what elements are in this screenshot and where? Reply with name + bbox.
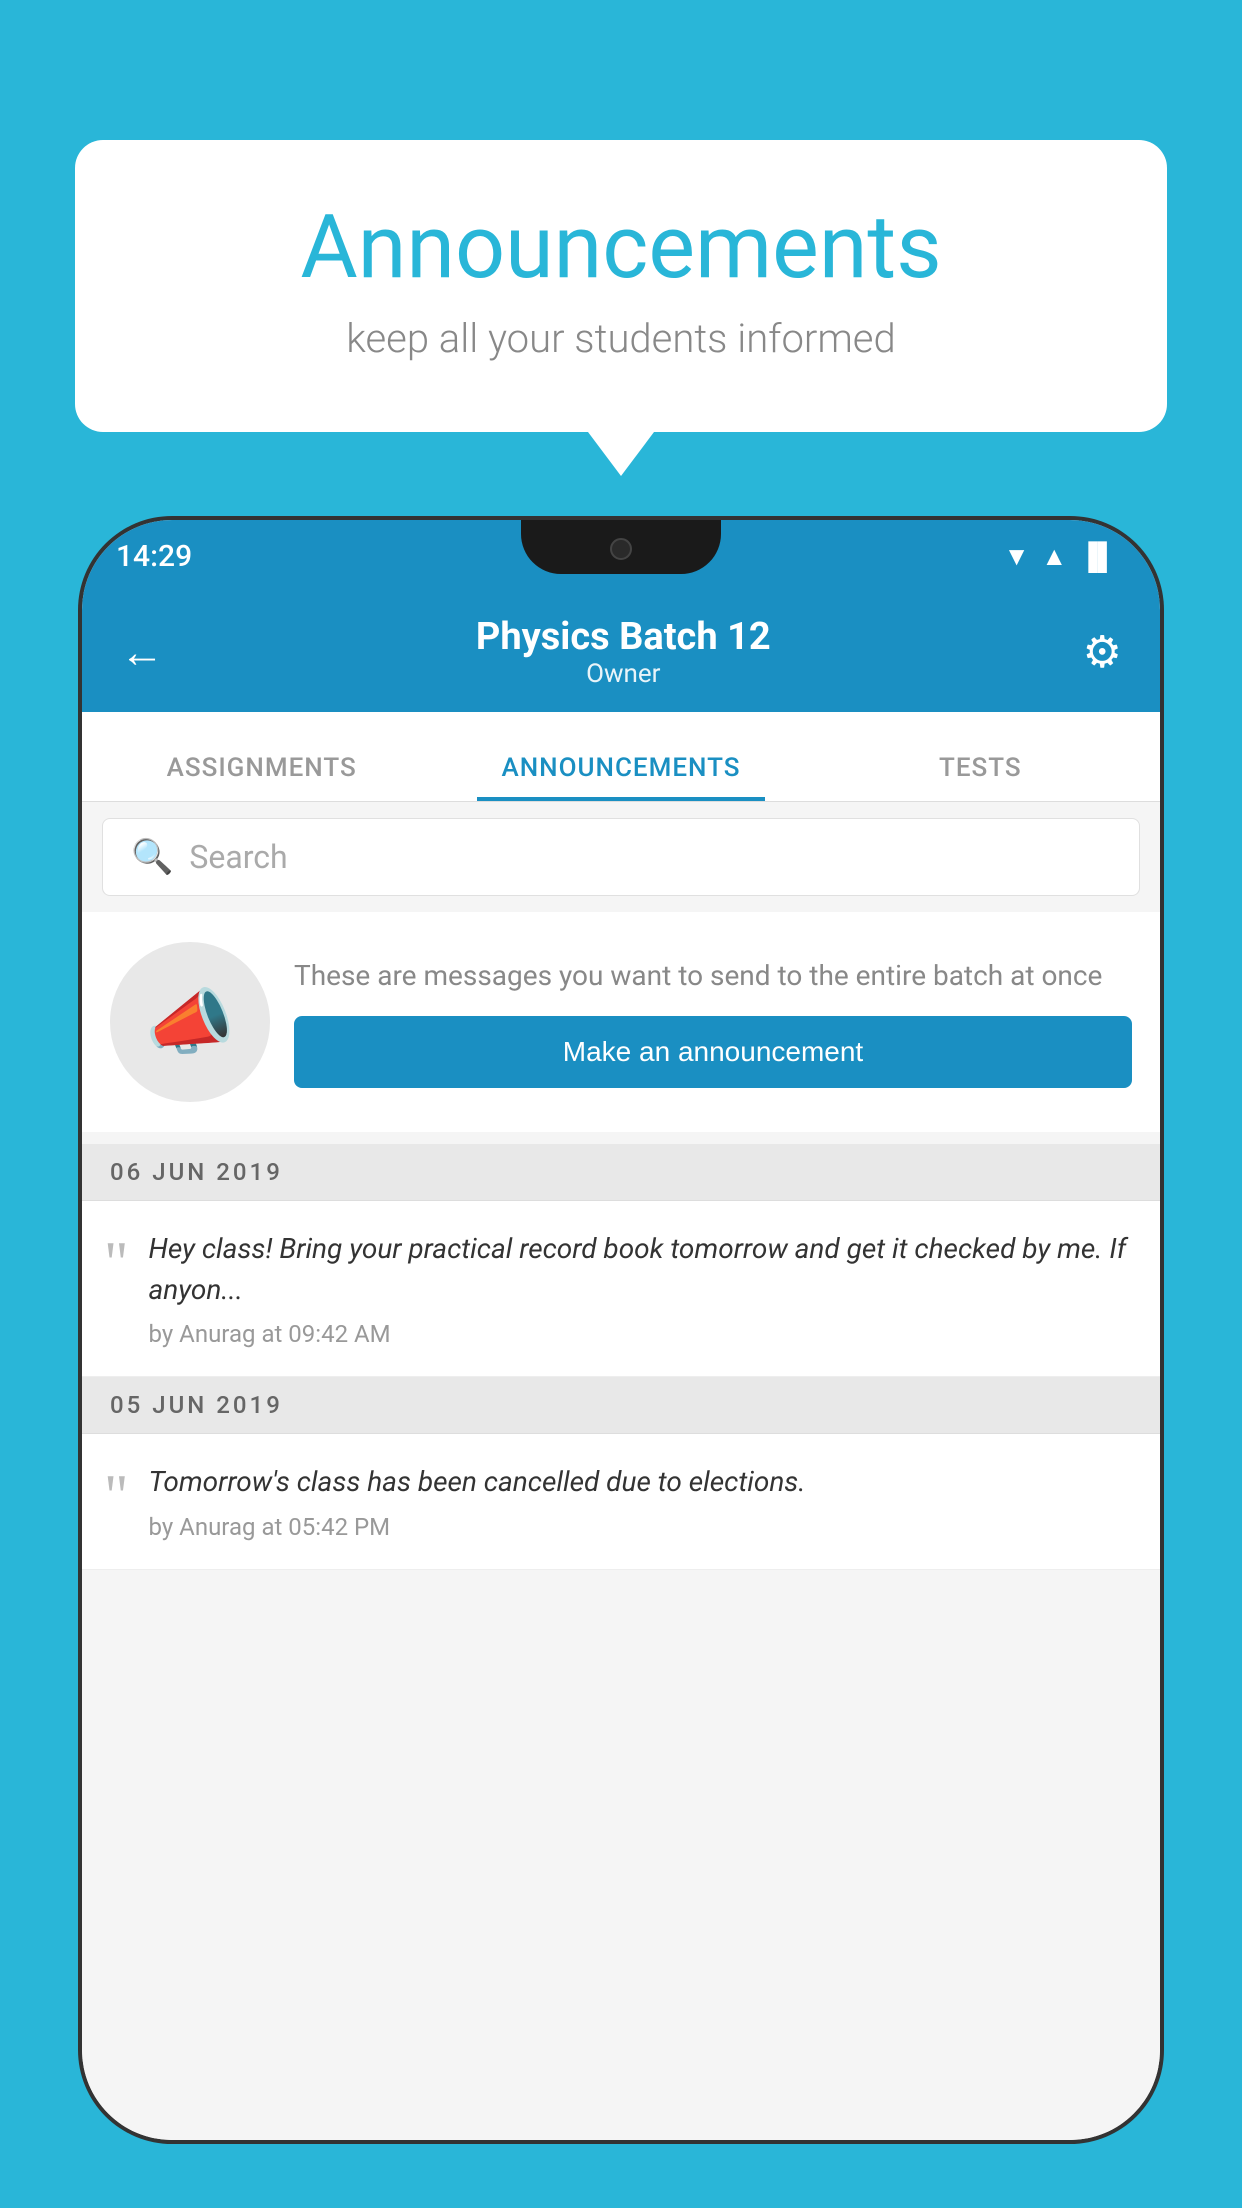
promo-right: These are messages you want to send to t…	[294, 956, 1132, 1087]
status-icons: ▼ ▲ ▐▌	[1004, 541, 1116, 572]
settings-icon[interactable]: ⚙	[1083, 626, 1122, 678]
date-separator-2: 05 JUN 2019	[82, 1377, 1160, 1434]
header-subtitle: Owner	[476, 659, 771, 689]
announcement-item-1[interactable]: " Hey class! Bring your practical record…	[82, 1201, 1160, 1377]
wifi-icon: ▼	[1004, 541, 1030, 572]
announcement-item-2[interactable]: " Tomorrow's class has been cancelled du…	[82, 1434, 1160, 1570]
phone-wrapper: 14:29 ▼ ▲ ▐▌ ← Physics Batch 12 Owner ⚙	[82, 520, 1160, 2208]
announcement-promo: 📣 These are messages you want to send to…	[82, 912, 1160, 1132]
screen-content: 🔍 Search 📣 These are messages you want t…	[82, 802, 1160, 2140]
status-time: 14:29	[116, 539, 192, 574]
speech-bubble-container: Announcements keep all your students inf…	[75, 140, 1167, 432]
date-separator-1: 06 JUN 2019	[82, 1144, 1160, 1201]
megaphone-icon: 📣	[145, 980, 235, 1065]
announcement-text-2: Tomorrow's class has been cancelled due …	[149, 1462, 1133, 1503]
back-button[interactable]: ←	[120, 626, 164, 678]
announcement-text-block-1: Hey class! Bring your practical record b…	[149, 1229, 1133, 1348]
header-center: Physics Batch 12 Owner	[476, 615, 771, 689]
make-announcement-button[interactable]: Make an announcement	[294, 1016, 1132, 1088]
search-placeholder: Search	[189, 838, 287, 876]
search-icon: 🔍	[131, 837, 173, 877]
quote-icon-1: "	[104, 1233, 129, 1293]
signal-icon: ▲	[1041, 541, 1067, 572]
search-bar[interactable]: 🔍 Search	[102, 818, 1140, 896]
phone-frame: 14:29 ▼ ▲ ▐▌ ← Physics Batch 12 Owner ⚙	[82, 520, 1160, 2140]
tabs-bar: ASSIGNMENTS ANNOUNCEMENTS TESTS	[82, 712, 1160, 802]
speech-bubble: Announcements keep all your students inf…	[75, 140, 1167, 432]
phone-notch	[521, 520, 721, 574]
battery-icon: ▐▌	[1079, 541, 1116, 572]
bubble-subtitle: keep all your students informed	[155, 315, 1087, 362]
announcement-meta-2: by Anurag at 05:42 PM	[149, 1513, 1133, 1541]
bubble-title: Announcements	[155, 200, 1087, 297]
announcement-text-block-2: Tomorrow's class has been cancelled due …	[149, 1462, 1133, 1541]
tab-assignments[interactable]: ASSIGNMENTS	[82, 753, 441, 801]
announcement-text-1: Hey class! Bring your practical record b…	[149, 1229, 1133, 1310]
header-title: Physics Batch 12	[476, 615, 771, 659]
quote-icon-2: "	[104, 1466, 129, 1526]
camera-dot	[610, 538, 632, 560]
tab-tests[interactable]: TESTS	[801, 753, 1160, 801]
app-header: ← Physics Batch 12 Owner ⚙	[82, 592, 1160, 712]
announcement-meta-1: by Anurag at 09:42 AM	[149, 1320, 1133, 1348]
tab-announcements[interactable]: ANNOUNCEMENTS	[441, 753, 800, 801]
megaphone-circle: 📣	[110, 942, 270, 1102]
promo-description: These are messages you want to send to t…	[294, 956, 1132, 995]
